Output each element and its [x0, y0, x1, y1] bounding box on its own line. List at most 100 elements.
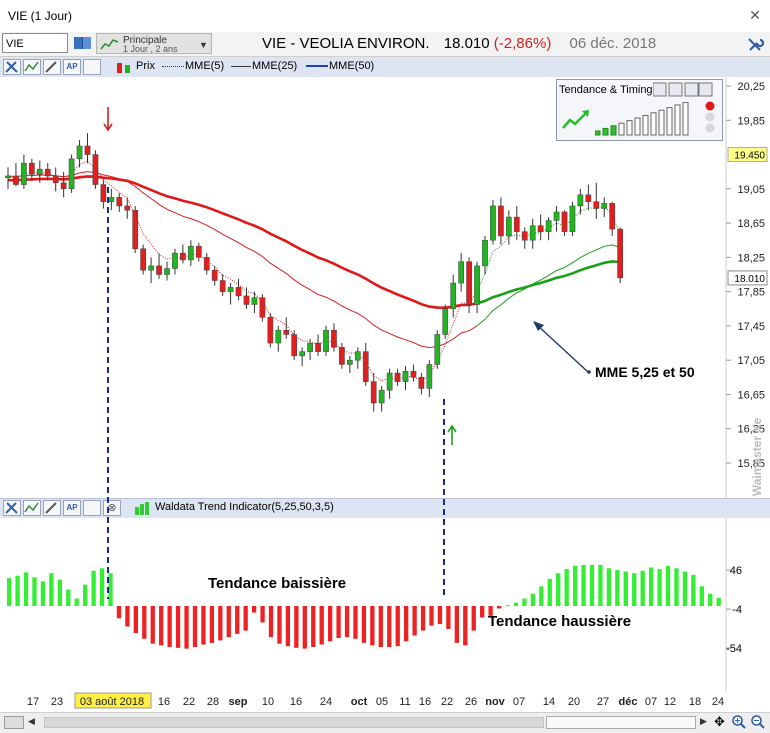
candle-body: [60, 182, 67, 190]
candle-body: [5, 175, 11, 178]
candle-body: [76, 145, 83, 160]
time-tick-label: 24: [320, 696, 332, 708]
zoom-in-icon[interactable]: [731, 714, 747, 733]
candle-body: [506, 216, 512, 237]
trend-bar: [387, 606, 392, 647]
bearish-annotation: Tendance baissière: [208, 575, 347, 592]
indicator-close-icon[interactable]: ⊗: [103, 500, 121, 516]
candle-body: [156, 265, 162, 275]
indicator-chart[interactable]: 46 -4 -54: [0, 518, 770, 691]
book-icon[interactable]: [72, 34, 94, 52]
indicator-add-icon[interactable]: [23, 59, 41, 75]
trend-bar: [302, 606, 307, 649]
time-tick-label: 16: [290, 696, 302, 708]
trend-bar: [192, 606, 198, 647]
indicator-alert-icon[interactable]: AP: [63, 500, 81, 516]
timing-panel: Tendance & Timing: [556, 79, 723, 141]
link-icon[interactable]: [4, 716, 24, 729]
period-selector[interactable]: Principale 1 Jour , 2 ans ▼: [96, 33, 212, 54]
trend-bar: [66, 589, 71, 606]
stock-price: 18.010: [443, 35, 490, 52]
scrollbar-thumb[interactable]: [546, 716, 696, 729]
trend-bar: [615, 569, 620, 606]
candle-body: [474, 265, 480, 305]
indicator-add-icon-2[interactable]: [23, 500, 41, 516]
timing-bar: [610, 125, 617, 136]
scroll-left-icon[interactable]: ◀: [28, 716, 35, 727]
trend-bar: [437, 606, 443, 625]
trend-bar: [319, 606, 324, 645]
candle-body: [243, 295, 250, 305]
trend-bar: [370, 606, 375, 646]
trend-bar: [133, 606, 139, 634]
trend-bar: [251, 606, 257, 613]
trend-bar: [378, 606, 383, 647]
candle-body: [545, 220, 552, 232]
candle-body: [347, 359, 353, 365]
timing-bar: [595, 130, 601, 136]
trend-bar: [294, 606, 299, 648]
trend-bar: [505, 605, 510, 607]
trend-bar: [530, 593, 536, 606]
legend-mme5: MME(5): [185, 60, 225, 72]
candle-body: [339, 347, 345, 365]
close-icon[interactable]: ✕: [746, 6, 764, 24]
time-tick-label: 22: [183, 696, 195, 708]
alert-icon[interactable]: AP: [63, 59, 81, 75]
time-tick-label: 07: [513, 696, 525, 708]
candle-body: [92, 154, 99, 185]
draw-icon[interactable]: [43, 59, 61, 75]
candle-body: [386, 372, 393, 391]
settings-wrench-icon[interactable]: [746, 35, 765, 56]
trend-bar: [691, 574, 696, 606]
high-price-marker-label: 19.450: [734, 151, 765, 162]
time-tick-label: 28: [207, 696, 219, 708]
tools-icon[interactable]: [3, 59, 21, 75]
candle-body: [569, 205, 576, 232]
legend-mme25: MME(25): [252, 60, 298, 72]
trend-bar: [581, 565, 586, 606]
horizontal-scrollbar[interactable]: ◀ ▶ ✥: [0, 712, 770, 733]
price-tick-label: 17,85: [737, 287, 765, 299]
scroll-right-icon[interactable]: ▶: [700, 716, 707, 727]
time-tick-label: 05: [376, 696, 388, 708]
trend-bar: [708, 593, 713, 606]
zoom-out-icon[interactable]: [750, 714, 766, 733]
trend-bar: [209, 606, 215, 643]
symbol-input[interactable]: VIE: [2, 33, 68, 53]
candle-body: [490, 205, 496, 241]
last-price-marker-label: 18.010: [734, 274, 765, 285]
indicator-legend-icon: [134, 501, 152, 518]
candle-body: [370, 381, 377, 404]
trend-bar: [268, 606, 274, 638]
trend-bar: [175, 606, 181, 648]
trend-bar: [632, 573, 637, 606]
candle-body: [553, 211, 560, 221]
indicator-window-icon[interactable]: [83, 500, 101, 516]
move-icon[interactable]: ✥: [714, 714, 725, 730]
price-tick-label: 18,65: [737, 218, 765, 230]
price-tick-label: 20,25: [737, 81, 765, 93]
candle-body: [513, 216, 520, 232]
candle-body: [124, 205, 131, 211]
annotation-dot: [587, 370, 591, 374]
trend-bar: [564, 569, 569, 606]
candle-body: [251, 297, 258, 305]
candle-body: [323, 329, 329, 352]
trend-bar: [463, 606, 468, 646]
candle-body: [13, 175, 19, 185]
candle-body: [299, 351, 305, 357]
trend-bar: [496, 606, 502, 609]
scrollbar-track[interactable]: [44, 717, 544, 728]
trend-bar: [285, 606, 291, 647]
trend-bar: [589, 565, 595, 606]
timing-tool-icons[interactable]: [652, 82, 713, 101]
time-tick-label: nov: [485, 696, 505, 708]
indicator-tick-label: 46: [730, 565, 742, 577]
timing-bar: [642, 114, 649, 136]
stock-change: (-2,86%): [493, 35, 552, 52]
window-icon[interactable]: [83, 59, 101, 75]
indicator-draw-icon[interactable]: [43, 500, 61, 516]
trend-bar: [556, 573, 561, 606]
indicator-tools-icon[interactable]: [3, 500, 21, 516]
